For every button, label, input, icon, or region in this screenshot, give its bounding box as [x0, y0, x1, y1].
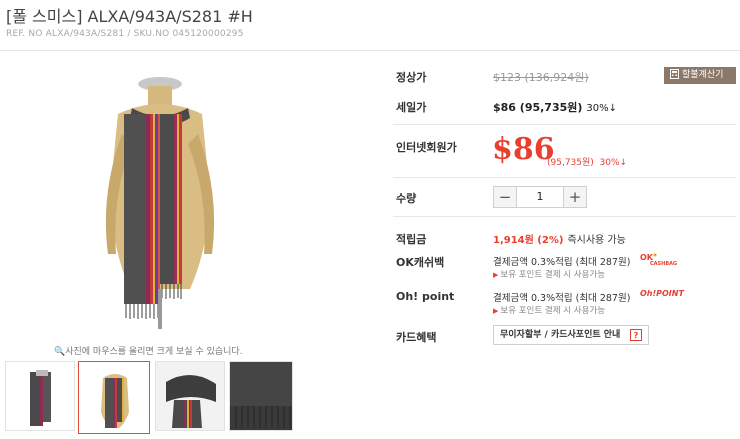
sale-price-value: $86 (95,735원) — [493, 101, 583, 114]
quantity-decrease-button[interactable]: − — [494, 187, 517, 207]
oh-point-detail: 결제금액 0.3%적립 (최대 287원) — [493, 293, 631, 304]
points-instant: 즉시사용 가능 — [567, 235, 626, 246]
divider — [393, 177, 736, 178]
regular-price-value: $123 (136,924원) — [493, 71, 589, 84]
oh-point-note: ▶ 보유 포인트 결제 시 사용가능 — [493, 304, 605, 316]
sale-price-label: 세일가 — [396, 101, 427, 114]
divider — [393, 124, 736, 125]
help-icon: ? — [630, 329, 642, 341]
mannequin-stand — [158, 289, 162, 329]
member-price-sub: (95,735원) 30%↓ — [547, 155, 627, 168]
oh-point-label: Oh! point — [396, 290, 455, 303]
member-price-krw: (95,735원) — [547, 158, 594, 168]
arrow-right-icon: ▶ — [493, 271, 499, 279]
member-price-rate: 30%↓ — [599, 158, 628, 168]
thumbnail-1[interactable] — [5, 361, 75, 431]
card-benefits-button[interactable]: 무이자할부 / 카드사포인트 안내 ? — [493, 325, 649, 345]
member-price-label: 인터넷회원가 — [396, 141, 457, 154]
points-amount: 1,914원 (2%) — [493, 235, 564, 246]
ok-cashbag-note: ▶ 보유 포인트 결제 시 사용가능 — [493, 268, 605, 280]
oh-point-logo: Oh!POINT — [640, 289, 684, 298]
member-price-value: $86 — [492, 132, 555, 167]
ok-cashbag-detail: 결제금액 0.3%적립 (최대 287원) — [493, 257, 631, 268]
quantity-increase-button[interactable]: + — [563, 187, 586, 207]
thumbnail-3[interactable] — [155, 361, 225, 431]
quantity-input[interactable]: 1 — [517, 187, 563, 207]
card-benefits-label: 카드혜택 — [396, 331, 437, 344]
oh-point-note-text: 보유 포인트 결제 시 사용가능 — [500, 306, 606, 316]
ok-cashbag-note-text: 보유 포인트 결제 시 사용가능 — [500, 270, 606, 280]
calculator-button-label: 할불계산기 — [682, 70, 724, 80]
zoom-hint-text: 사진에 마우스를 올리면 크게 보실 수 있습니다. — [65, 347, 243, 357]
svg-text:CASHBAG: CASHBAG — [650, 261, 677, 266]
divider — [393, 216, 736, 217]
regular-price-label: 정상가 — [396, 71, 427, 84]
ok-cashbag-label: OK캐쉬백 — [396, 256, 445, 269]
points-label: 적립금 — [396, 233, 427, 246]
thumbnail-2[interactable] — [78, 361, 150, 434]
product-title: [폴 스미스] ALXA/943A/S281 #H — [6, 7, 253, 26]
points-info: 1,914원 (2%) 즉시사용 가능 — [493, 231, 626, 246]
thumbnail-strip — [5, 361, 295, 434]
card-benefits-button-label: 무이자할부 / 카드사포인트 안내 — [500, 330, 621, 340]
title-divider — [0, 50, 740, 51]
product-ref-number: REF. NO ALXA/943A/S281 / SKU.NO 04512000… — [6, 29, 244, 39]
thumbnail-4[interactable] — [229, 361, 293, 431]
arrow-right-icon: ▶ — [493, 307, 499, 315]
sale-rate: 30%↓ — [586, 103, 618, 114]
quantity-stepper: − 1 + — [493, 186, 587, 208]
main-product-image[interactable] — [60, 74, 260, 334]
ok-cashbag-logo: OK CASHBAG — [640, 253, 677, 266]
sale-price: $86 (95,735원) 30%↓ — [493, 99, 617, 115]
calculator-icon — [670, 69, 679, 79]
magnifier-icon: 🔍 — [54, 347, 66, 357]
quantity-label: 수량 — [396, 192, 417, 205]
zoom-hint: 🔍사진에 마우스를 올리면 크게 보실 수 있습니다. — [54, 344, 243, 357]
discount-calculator-button[interactable]: 할불계산기 — [664, 67, 736, 84]
